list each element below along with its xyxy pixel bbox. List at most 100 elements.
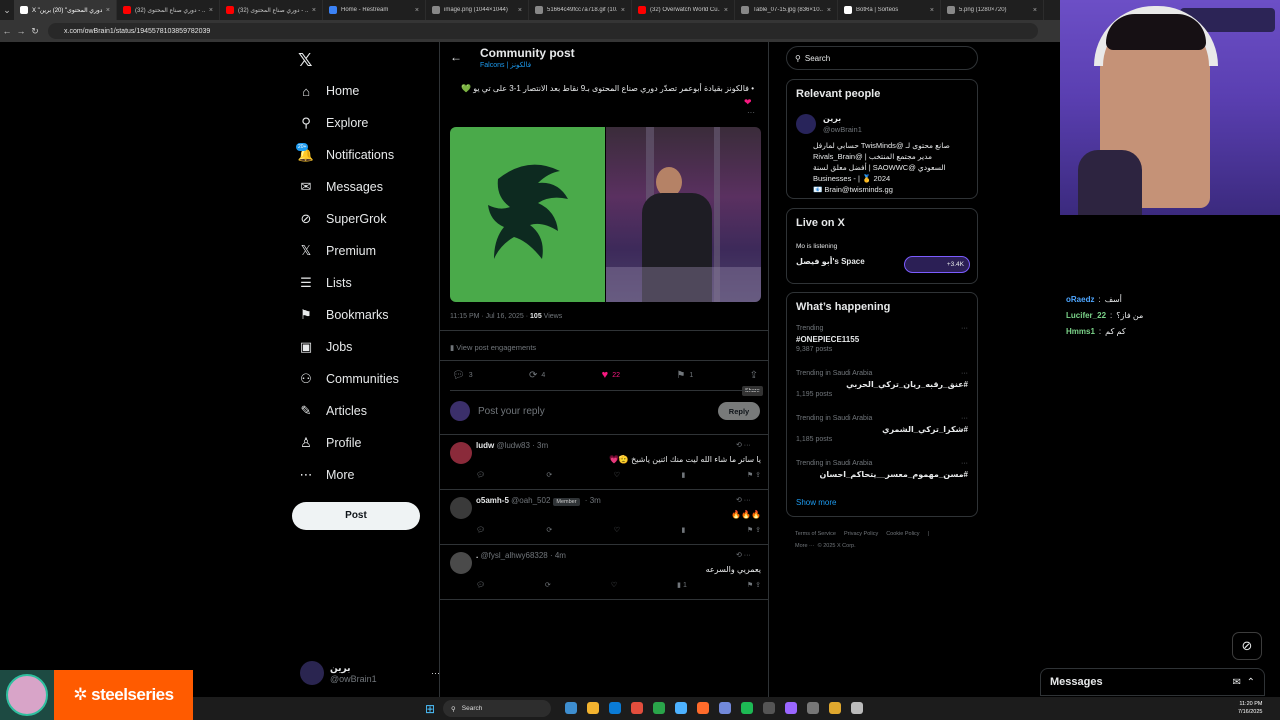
live-space-name[interactable]: أبو فيصل's Space [796,257,865,266]
heart-icon[interactable]: ♡ [611,581,617,589]
reply-icon[interactable]: 💬︎ [476,471,485,479]
taskbar-app-icon[interactable] [609,702,621,714]
url-field[interactable]: x.com/owBrain1/status/194557810385978203… [48,23,1038,39]
system-clock[interactable]: 11:20 PM 7/16/2025 [1238,700,1262,716]
reply-item[interactable]: o5amh-5 @oah_502 Member · 3m ⟲ ··· 🔥🔥🔥 💬︎ ⟳ ♡ ▮… [440,490,768,545]
messages-drawer[interactable]: Messages ✉ ⌃ [1040,668,1265,696]
nav-item-communities[interactable]: ⚇ Communities [298,367,399,391]
show-more-link[interactable]: Show more [796,498,836,507]
taskbar-app-icon[interactable] [697,702,709,714]
new-message-icon[interactable]: ✉ [1233,677,1241,688]
grok-icon[interactable]: ⊘ [1232,632,1262,660]
account-switcher[interactable]: برين @owBrain1 ··· [300,659,440,687]
nav-item-lists[interactable]: ☰ Lists [298,271,352,295]
footer-link[interactable]: | [928,531,929,537]
tab-close-icon[interactable]: × [518,7,522,14]
browser-tab[interactable]: Home - Restream × [323,0,426,20]
browser-tab[interactable]: image.png (1044×1044) × [426,0,529,20]
footer-link[interactable]: Cookie Policy [886,531,919,537]
nav-item-supergrok[interactable]: ⊘ SuperGrok [298,207,387,231]
post-more-icon[interactable]: ··· [747,108,755,117]
avatar[interactable] [450,552,472,574]
taskbar-app-icon[interactable] [763,702,775,714]
nav-item-explore[interactable]: ⚲ Explore [298,111,368,135]
views-action[interactable]: ▮ [682,471,686,479]
bookmark-action[interactable]: ⚑ 1 [676,369,693,381]
windows-start-icon[interactable]: ⊞ [425,702,435,716]
nav-item-notifications[interactable]: 🔔 Notifications [298,143,394,167]
trend-item[interactable]: Trending #ONEPIECE1155 9,387 posts ··· [796,325,968,353]
reply-more-icon[interactable]: ⟲ ··· [736,441,751,449]
reply-more-icon[interactable]: ⟲ ··· [736,496,751,504]
footer-link[interactable]: Privacy Policy [844,531,878,537]
tab-close-icon[interactable]: × [312,7,316,14]
share-action[interactable]: ⇪ [750,369,758,381]
browser-tab[interactable]: 51664c49fcc7a718.gif (10... × [529,0,632,20]
reply-icon[interactable]: 💬︎ [476,581,485,589]
back-arrow-icon[interactable]: ← [450,50,462,64]
tab-close-icon[interactable]: × [621,7,625,14]
community-name[interactable]: Falcons | فالكونز [480,61,531,69]
taskbar-app-icon[interactable] [675,702,687,714]
trend-item[interactable]: Trending in Saudi Arabia #عنق_رقبه_ريان_ت… [796,370,968,398]
bookmark-icon[interactable]: ⚑ ⇪ [747,581,761,589]
live-listeners-pill[interactable]: +3.4K [904,256,970,273]
reply-author[interactable]: o5amh-5 [476,496,509,505]
search-input[interactable]: ⚲ Search [786,46,978,70]
taskbar-app-icon[interactable] [565,702,577,714]
bookmark-icon[interactable]: ⚑ ⇪ [747,471,761,479]
taskbar-app-icon[interactable] [829,702,841,714]
avatar[interactable] [450,442,472,464]
browser-tab[interactable]: BotRa | Sorteos × [838,0,941,20]
trend-more-icon[interactable]: ··· [961,370,968,377]
taskbar-app-icon[interactable] [741,702,753,714]
views-action[interactable]: ▮ 1 [677,581,687,589]
post-button[interactable]: Post [292,502,420,530]
bookmark-icon[interactable]: ⚑ ⇪ [747,526,761,534]
x-logo-icon[interactable]: 𝕏 [298,50,313,71]
reply-button[interactable]: Reply [718,402,760,420]
repost-icon[interactable]: ⟳ [546,471,552,479]
browser-tab[interactable]: (32) دوري صناع المحتوى - ... × [117,0,220,20]
taskbar-app-icon[interactable] [851,702,863,714]
expand-chevron-icon[interactable]: ⌃ [1247,677,1255,688]
browser-tab[interactable]: Table_07-15.jpg (836×10... × [735,0,838,20]
heart-icon[interactable]: ♡ [614,526,620,534]
reload-icon[interactable]: ↻ [28,26,42,37]
reply-author[interactable]: ludw [476,441,494,450]
taskbar-app-icon[interactable] [653,702,665,714]
tab-close-icon[interactable]: × [209,7,213,14]
person-name[interactable]: برين [823,114,841,123]
browser-tab[interactable]: (32) دوري صناع المحتوى - ... × [220,0,323,20]
trend-more-icon[interactable]: ··· [961,325,968,332]
browser-tab[interactable]: (32) Overwatch World Cu... × [632,0,735,20]
tab-close-icon[interactable]: × [724,7,728,14]
tab-close-icon[interactable]: × [930,7,934,14]
footer-link[interactable]: Terms of Service [795,531,836,537]
like-action[interactable]: ♥ 22 [602,369,620,381]
trend-more-icon[interactable]: ··· [961,415,968,422]
nav-item-home[interactable]: ⌂ Home [298,79,359,103]
trend-more-icon[interactable]: ··· [961,460,968,467]
avatar[interactable] [450,497,472,519]
views-action[interactable]: ▮ [682,526,686,534]
back-nav-icon[interactable]: ← [0,26,14,36]
tab-close-icon[interactable]: × [106,7,110,14]
tab-menu-icon[interactable]: ⌄ [0,5,14,16]
taskbar-app-icon[interactable] [631,702,643,714]
reply-more-icon[interactable]: ⟲ ··· [736,551,751,559]
tab-close-icon[interactable]: × [827,7,831,14]
reply-item[interactable]: . @fysl_alhwy68328 · 4m ⟲ ··· يعمريي والسر… [440,545,768,600]
media-image-photo[interactable] [606,127,761,302]
trend-item[interactable]: Trending in Saudi Arabia #مسن_مهموم_معسر_… [796,460,968,481]
reply-action[interactable]: 💬︎ 3 [452,369,473,381]
trend-item[interactable]: Trending in Saudi Arabia #شكرا_تركي_الشمر… [796,415,968,443]
nav-item-more[interactable]: ⋯ More [298,463,355,487]
repost-icon[interactable]: ⟳ [545,581,551,589]
media-image-logo[interactable] [450,127,605,302]
nav-item-messages[interactable]: ✉ Messages [298,175,383,199]
taskbar-app-icon[interactable] [719,702,731,714]
taskbar-app-icon[interactable] [785,702,797,714]
nav-item-profile[interactable]: ♙ Profile [298,431,361,455]
repost-icon[interactable]: ⟳ [546,526,552,534]
